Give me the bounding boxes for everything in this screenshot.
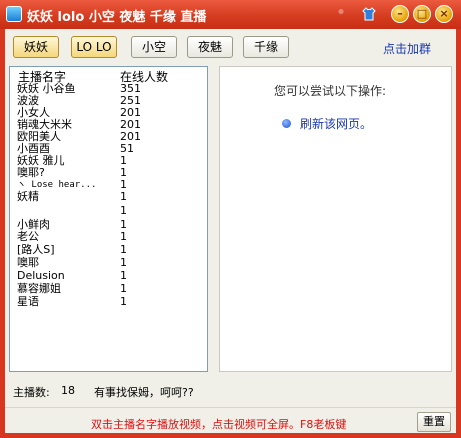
bullet-icon bbox=[282, 119, 291, 128]
row-count: 1 bbox=[120, 204, 127, 217]
list-row[interactable]: ヽ Lose hear... 1 bbox=[10, 179, 207, 191]
close-button[interactable]: × bbox=[435, 5, 453, 23]
list-row[interactable]: 妖精 1 bbox=[10, 191, 207, 203]
list-row[interactable]: [路人S] 1 bbox=[10, 244, 207, 256]
video-panel[interactable]: 您可以尝试以下操作: 刷新该网页。 bbox=[219, 66, 452, 372]
list-row[interactable]: 老公 1 bbox=[10, 231, 207, 243]
tip-text: 有事找保姆，呵呵?? bbox=[94, 386, 194, 399]
error-message: 您可以尝试以下操作: bbox=[274, 84, 387, 98]
row-count: 1 bbox=[120, 282, 127, 295]
tab-lolo[interactable]: LO LO bbox=[71, 36, 117, 58]
tab-yaoyao[interactable]: 妖妖 bbox=[13, 36, 59, 58]
main-content: 妖妖 LO LO 小空 夜魅 千缘 点击加群 主播名字 在线人数 妖妖 小谷鱼 3… bbox=[5, 29, 456, 433]
shirt-icon[interactable] bbox=[361, 6, 377, 22]
row-count: 1 bbox=[120, 269, 127, 282]
minimize-button[interactable]: – bbox=[391, 5, 409, 23]
list-row[interactable]: 慕容娜姐 1 bbox=[10, 283, 207, 295]
row-count: 1 bbox=[120, 256, 127, 269]
row-name: 妖精 bbox=[17, 190, 39, 203]
title-bar[interactable]: 妖妖 lolo 小空 夜魅 千缘 直播 – □ × bbox=[0, 0, 461, 29]
row-name: Delusion bbox=[17, 269, 65, 282]
app-icon bbox=[6, 6, 22, 22]
join-group-link[interactable]: 点击加群 bbox=[383, 40, 431, 57]
tab-xiaokong[interactable]: 小空 bbox=[131, 36, 177, 58]
row-name: 噢耶? bbox=[17, 166, 45, 179]
row-name: 慕容娜姐 bbox=[17, 282, 61, 295]
streamer-count-label: 主播数: bbox=[13, 386, 50, 399]
list-row[interactable]: 1 bbox=[10, 205, 207, 217]
row-count: 1 bbox=[120, 243, 127, 256]
window-title: 妖妖 lolo 小空 夜魅 千缘 直播 bbox=[27, 10, 207, 25]
usage-notice: 双击主播名字播放视频，点击视频可全屏。F8老板键 bbox=[91, 418, 347, 431]
list-row[interactable]: 小鲜肉 1 bbox=[10, 219, 207, 231]
row-count: 1 bbox=[120, 295, 127, 308]
refresh-link[interactable]: 刷新该网页。 bbox=[300, 115, 372, 132]
streamer-count-value: 18 bbox=[61, 384, 75, 397]
list-row[interactable]: 噢耶? 1 bbox=[10, 167, 207, 179]
streamer-list[interactable]: 主播名字 在线人数 妖妖 小谷鱼 351 波波 251 小女人 201 销魂大米米 20… bbox=[9, 66, 208, 372]
maximize-button[interactable]: □ bbox=[413, 5, 431, 23]
row-count: 1 bbox=[120, 230, 127, 243]
row-name: 老公 bbox=[17, 230, 39, 243]
list-row[interactable]: 妖妖 小谷鱼 351 bbox=[10, 83, 207, 95]
row-name: 噢耶 bbox=[17, 256, 39, 269]
row-name: [路人S] bbox=[17, 243, 55, 256]
row-name: 星语 bbox=[17, 295, 39, 308]
titlebar-decoration bbox=[320, 0, 390, 29]
list-header: 主播名字 在线人数 bbox=[10, 67, 207, 84]
row-count: 1 bbox=[120, 190, 127, 203]
list-row[interactable]: 噢耶 1 bbox=[10, 257, 207, 269]
list-row[interactable]: Delusion 1 bbox=[10, 270, 207, 282]
bottom-bar: 双击主播名字播放视频，点击视频可全屏。F8老板键 重置 bbox=[5, 407, 456, 434]
reset-button[interactable]: 重置 bbox=[417, 412, 451, 432]
app-window: 妖妖 lolo 小空 夜魅 千缘 直播 – □ × 妖妖 LO LO 小空 夜魅… bbox=[0, 0, 461, 438]
tab-yemei[interactable]: 夜魅 bbox=[187, 36, 233, 58]
tab-qianyuan[interactable]: 千缘 bbox=[243, 36, 289, 58]
list-row[interactable]: 星语 1 bbox=[10, 296, 207, 308]
